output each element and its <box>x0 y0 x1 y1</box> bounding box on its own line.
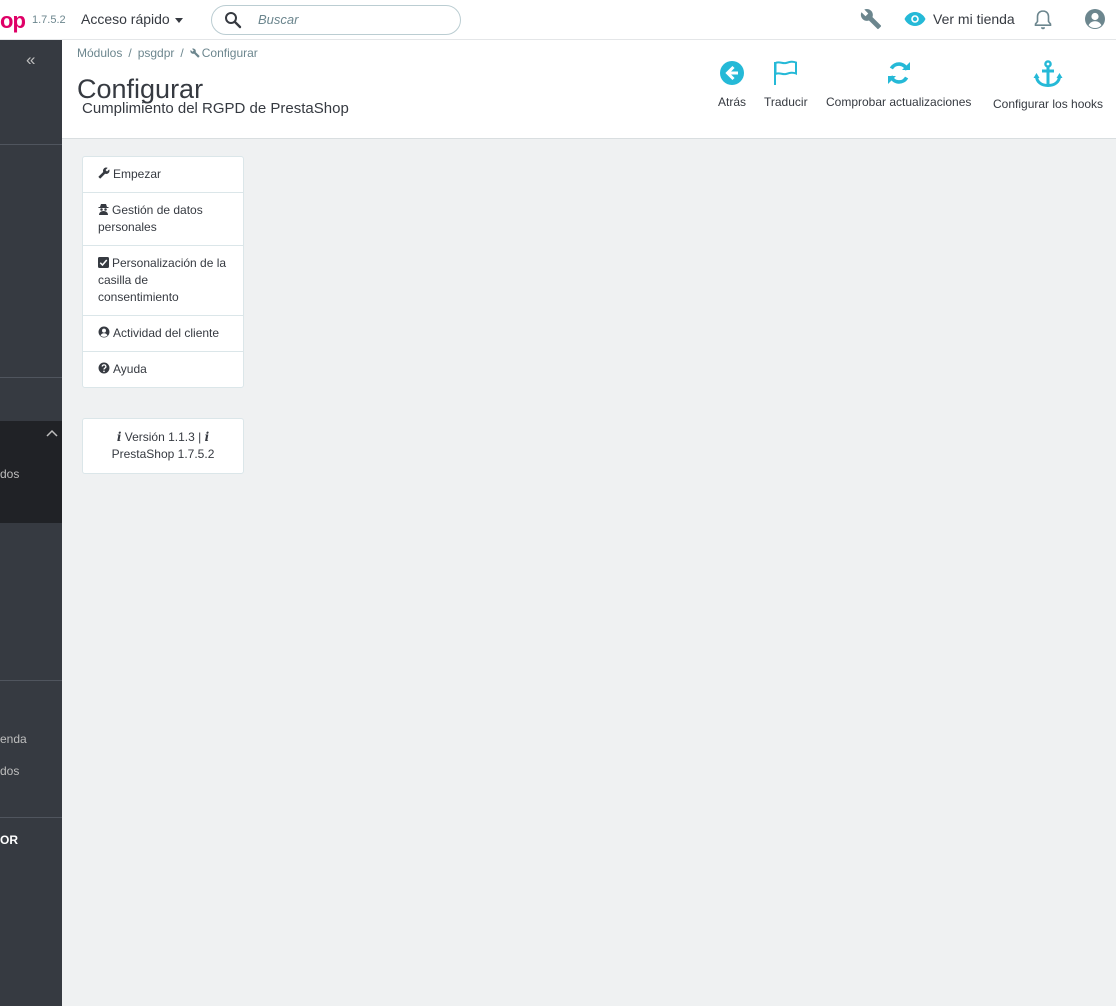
wrench-icon[interactable] <box>860 8 882 30</box>
bell-icon[interactable] <box>1033 9 1053 31</box>
wrench-icon <box>98 167 110 179</box>
menu-item-get-started[interactable]: Empezar <box>83 157 243 193</box>
configure-hooks-button-label: Configurar los hooks <box>993 97 1104 111</box>
user-secret-icon <box>98 204 109 215</box>
logo[interactable]: op <box>0 8 26 34</box>
sidebar-item-label[interactable]: dos <box>0 467 19 481</box>
menu-item-personal-data[interactable]: Gestión de datos personales <box>83 193 243 246</box>
search-input[interactable]: Buscar <box>211 5 461 35</box>
menu-item-label: Gestión de datos personales <box>98 203 203 234</box>
menu-item-consent-checkbox[interactable]: Personalización de la casilla de consent… <box>83 246 243 316</box>
menu-item-label: Actividad del cliente <box>113 326 220 340</box>
breadcrumb-item-configure: Configurar <box>201 46 258 60</box>
eye-icon <box>904 12 926 26</box>
quick-access-label: Acceso rápido <box>81 11 170 27</box>
refresh-icon <box>887 62 910 84</box>
module-menu: Empezar Gestión de datos personales Pers… <box>82 156 244 388</box>
user-account-icon[interactable] <box>1084 8 1106 30</box>
sidebar-divider <box>0 144 62 145</box>
user-circle-icon <box>98 326 110 338</box>
view-shop-link[interactable]: Ver mi tienda <box>933 11 1015 27</box>
sidebar-nav: « dos enda dos OR <box>0 40 62 1006</box>
arrow-circle-left-icon <box>720 61 744 85</box>
caret-down-icon <box>174 17 183 23</box>
version-panel: i Versión 1.1.3 | i PrestaShop 1.7.5.2 <box>82 418 244 474</box>
wrench-icon <box>190 48 200 58</box>
check-square-icon <box>98 257 109 268</box>
back-button-label: Atrás <box>718 95 747 109</box>
chevron-up-icon[interactable] <box>46 428 58 438</box>
collapse-sidebar-button[interactable]: « <box>26 50 35 70</box>
info-icon: i <box>204 430 210 444</box>
page-subtitle: Cumplimiento del RGPD de PrestaShop <box>82 100 349 117</box>
sidebar-item-label[interactable]: dos <box>0 764 19 778</box>
flag-icon <box>773 60 797 85</box>
check-updates-button[interactable]: Comprobar actualizaciones <box>826 60 971 109</box>
translate-button[interactable]: Traducir <box>764 60 808 109</box>
search-placeholder: Buscar <box>258 12 299 27</box>
page-header: Módulos / psgdpr / Configurar Configurar Cum… <box>62 40 1116 139</box>
breadcrumb-item-modules[interactable]: Módulos <box>77 46 122 60</box>
check-updates-button-label: Comprobar actualizaciones <box>826 95 972 109</box>
menu-item-customer-activity[interactable]: Actividad del cliente <box>83 316 243 352</box>
back-button[interactable]: Atrás <box>718 60 746 109</box>
prestashop-version: PrestaShop 1.7.5.2 <box>111 447 215 461</box>
module-version: Versión 1.1.3 | <box>124 430 202 444</box>
menu-item-help[interactable]: Ayuda <box>83 352 243 387</box>
translate-button-label: Traducir <box>764 95 808 109</box>
info-icon: i <box>116 430 122 444</box>
sidebar-divider <box>0 680 62 681</box>
sidebar-divider <box>0 377 62 378</box>
breadcrumb-item-psgdpr[interactable]: psgdpr <box>138 46 175 60</box>
question-circle-icon <box>98 362 110 374</box>
menu-item-label: Personalización de la casilla de consent… <box>98 256 227 304</box>
sidebar-section-title: OR <box>0 833 18 847</box>
sidebar-item-label[interactable]: enda <box>0 732 27 746</box>
breadcrumb: Módulos / psgdpr / Configurar <box>77 46 258 60</box>
quick-access-dropdown[interactable]: Acceso rápido <box>81 11 183 27</box>
configure-hooks-button[interactable]: Configurar los hooks <box>993 60 1103 111</box>
version-label: 1.7.5.2 <box>32 14 66 26</box>
menu-item-label: Empezar <box>113 167 162 181</box>
anchor-icon <box>1033 60 1063 88</box>
search-icon <box>225 12 242 29</box>
sidebar-divider <box>0 817 62 818</box>
menu-item-label: Ayuda <box>113 362 147 376</box>
top-header: op 1.7.5.2 Acceso rápido Buscar Ver mi t… <box>0 0 1116 40</box>
